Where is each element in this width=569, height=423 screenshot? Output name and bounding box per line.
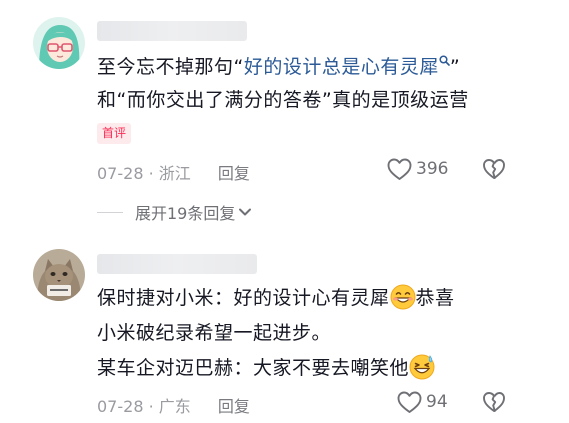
- chevron-down-icon: [239, 208, 252, 216]
- comment-text-line: 某车企对迈巴赫：大家不要去嘲笑他: [97, 352, 435, 384]
- reply-button[interactable]: 回复: [218, 397, 250, 416]
- expand-replies-label: 展开19条回复: [135, 204, 236, 223]
- comment-date: 07-28: [97, 397, 144, 416]
- comment-text-line: 保时捷对小米：好的设计心有灵犀 恭喜: [97, 282, 455, 314]
- comment-location: 浙江: [158, 164, 191, 183]
- avatar[interactable]: [33, 249, 85, 301]
- like-count: 94: [426, 392, 448, 412]
- search-icon: [439, 55, 450, 66]
- comment-text: 至今忘不掉那句“: [97, 56, 244, 78]
- grinning-sweat-emoji: [409, 354, 435, 379]
- reply-button[interactable]: 回复: [218, 164, 250, 183]
- avatar[interactable]: [33, 17, 85, 69]
- comment-text: 恭喜: [415, 287, 455, 309]
- broken-heart-icon[interactable]: [482, 390, 506, 414]
- divider-dash: [97, 211, 123, 213]
- comment-text: 某车企对迈巴赫：大家不要去嘲笑他: [97, 357, 410, 379]
- like-button[interactable]: 396: [387, 155, 448, 183]
- heart-outline-icon: [387, 158, 412, 180]
- broken-heart-icon[interactable]: [482, 157, 506, 181]
- like-button[interactable]: 94: [397, 388, 448, 416]
- comment-date: 07-28: [97, 164, 144, 183]
- username[interactable]: [97, 254, 257, 274]
- comment-text: 保时捷对小米：好的设计心有灵犀: [97, 287, 390, 309]
- first-comment-badge: 首评: [97, 123, 132, 144]
- comment-meta: 07-28 · 浙江 回复: [97, 164, 250, 183]
- comment-text: ”: [449, 56, 461, 78]
- heart-outline-icon: [397, 391, 422, 413]
- avatar-cat-photo: [33, 249, 85, 301]
- avatar-illustration: [33, 17, 85, 69]
- comment-location: 广东: [158, 397, 191, 416]
- expand-replies-button[interactable]: 展开19条回复: [97, 200, 252, 224]
- comment-text-line: 和“而你交出了满分的答卷”真的是顶级运营: [97, 89, 469, 111]
- like-count: 396: [416, 159, 449, 179]
- comment-text-line: 小米破纪录希望一起进步。: [97, 322, 332, 344]
- grinning-face-emoji: [390, 284, 416, 309]
- comment-meta: 07-28 · 广东 回复: [97, 397, 250, 416]
- search-link[interactable]: 好的设计总是心有灵犀: [244, 55, 450, 78]
- username[interactable]: [97, 21, 247, 41]
- comment-text-line: 至今忘不掉那句“好的设计总是心有灵犀”: [97, 51, 460, 83]
